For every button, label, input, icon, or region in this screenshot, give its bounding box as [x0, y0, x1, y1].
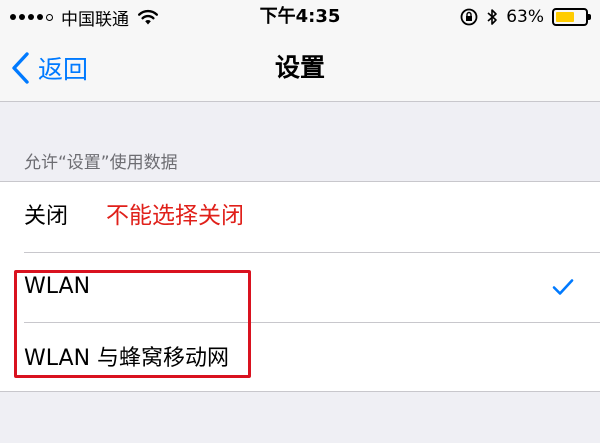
bluetooth-icon	[487, 9, 498, 25]
battery-fill	[556, 12, 574, 22]
page-title: 设置	[274, 53, 325, 82]
battery-percent: 63%	[506, 7, 544, 27]
section-header: 允许“设置”使用数据	[24, 153, 178, 173]
rotation-lock-icon	[460, 8, 478, 26]
checkmark-icon	[552, 279, 574, 295]
status-right: 63%	[460, 5, 591, 29]
status-bar: 中国联通 下午4:35 63%	[0, 0, 600, 36]
option-off[interactable]: 关闭 不能选择关闭	[0, 182, 600, 252]
navigation-bar: 返回 设置	[0, 36, 600, 102]
battery-icon	[552, 8, 591, 26]
annotation-highlight-box	[14, 270, 251, 378]
option-off-label: 关闭	[24, 204, 69, 229]
annotation-text: 不能选择关闭	[106, 203, 244, 229]
